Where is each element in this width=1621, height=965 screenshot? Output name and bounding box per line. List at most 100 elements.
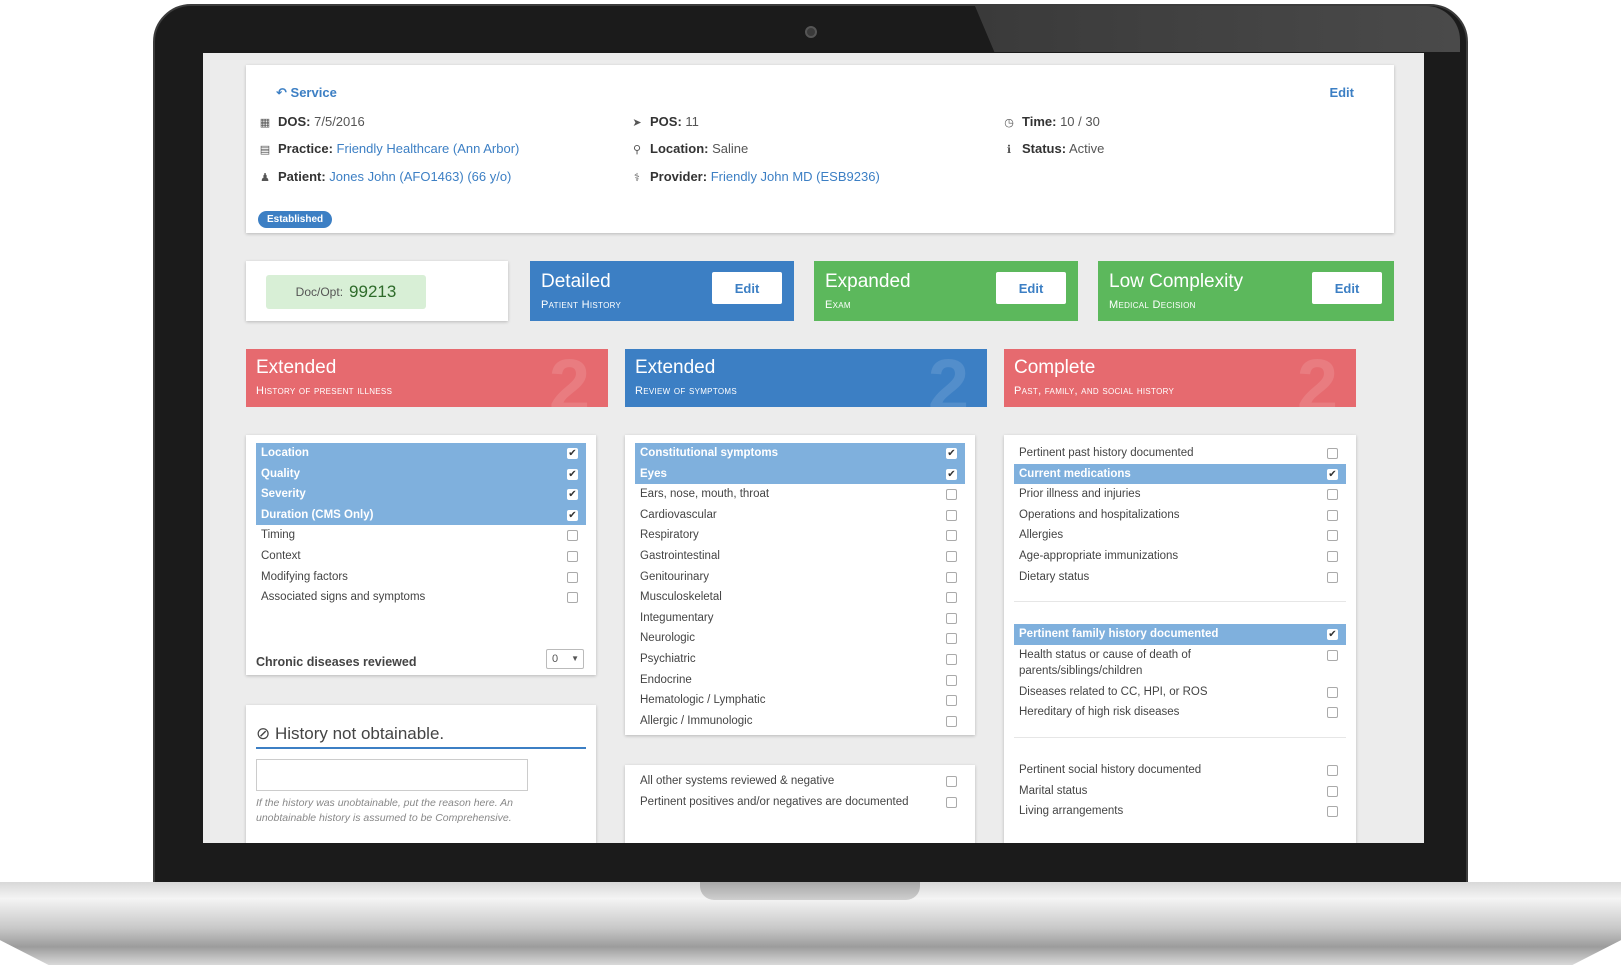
ros-item[interactable]: Psychiatric [635, 649, 965, 670]
practice-link[interactable]: Friendly Healthcare (Ann Arbor) [337, 141, 520, 156]
back-arrow-icon: ↶ [276, 85, 287, 100]
hpi-item[interactable]: Location ✔ [256, 443, 586, 464]
edit-exam-button[interactable]: Edit [996, 272, 1066, 304]
ros-item[interactable]: Gastrointestinal [635, 546, 965, 567]
checkbox-checked[interactable]: ✔ [567, 468, 578, 480]
edit-medical-decision-button[interactable]: Edit [1312, 272, 1382, 304]
ros-item-label: Eyes [640, 467, 667, 480]
checkbox-checked[interactable]: ✔ [567, 448, 578, 459]
checkbox[interactable] [1327, 448, 1338, 459]
family-history-item[interactable]: Health status or cause of death of paren… [1014, 645, 1346, 682]
summary-level: Expanded [825, 271, 911, 292]
checkbox[interactable] [1327, 764, 1338, 776]
history-not-obtainable-title[interactable]: ⊘ History not obtainable. [256, 724, 444, 744]
hpi-item-label: Quality [261, 467, 300, 480]
checkbox[interactable] [1327, 649, 1338, 661]
history-reason-input[interactable] [256, 759, 528, 791]
checkbox[interactable] [946, 489, 957, 501]
checkbox-checked[interactable]: ✔ [1327, 468, 1338, 480]
hpi-item[interactable]: Quality ✔ [256, 463, 586, 485]
checkbox[interactable] [946, 612, 957, 624]
ros-extra-item[interactable]: All other systems reviewed & negative [635, 771, 965, 792]
checkbox-checked[interactable]: ✔ [1327, 629, 1338, 641]
hpi-item[interactable]: Associated signs and symptoms [256, 587, 586, 608]
checkbox[interactable] [1327, 530, 1338, 542]
checkbox-checked[interactable]: ✔ [567, 489, 578, 501]
social-history-item[interactable]: Marital status [1014, 781, 1346, 802]
checkbox[interactable] [1327, 686, 1338, 698]
back-to-service-link[interactable]: ↶ Service [276, 85, 337, 101]
ros-item[interactable]: Genitourinary [635, 567, 965, 588]
checkbox[interactable] [567, 530, 578, 542]
checkbox[interactable] [946, 592, 957, 604]
ros-item[interactable]: Cardiovascular [635, 505, 965, 526]
checkbox[interactable] [946, 796, 957, 808]
ros-item[interactable]: Respiratory [635, 525, 965, 546]
checkbox[interactable] [1327, 571, 1338, 583]
checkbox[interactable] [946, 530, 957, 542]
checkbox[interactable] [567, 550, 578, 562]
edit-service-link[interactable]: Edit [1329, 85, 1354, 100]
checkbox-checked[interactable]: ✔ [946, 448, 957, 459]
hpi-item[interactable]: Timing [256, 525, 586, 546]
chronic-diseases-select[interactable]: 0 ▼ [546, 649, 584, 669]
past-history-item[interactable]: Prior illness and injuries [1014, 484, 1346, 505]
ros-item-label: Constitutional symptoms [640, 447, 779, 459]
checkbox[interactable] [1327, 509, 1338, 521]
past-history-item[interactable]: Pertinent past history documented [1014, 443, 1346, 464]
checkbox[interactable] [946, 695, 957, 707]
lid-glare [975, 6, 1460, 52]
ros-item-label: Endocrine [640, 673, 692, 686]
checkbox[interactable] [1327, 785, 1338, 797]
practice-label: Practice: [278, 141, 333, 156]
history-not-obtainable-card: ⊘ History not obtainable. If the history… [246, 705, 596, 843]
hpi-item[interactable]: Duration (CMS Only) ✔ [256, 504, 586, 526]
past-history-item[interactable]: Allergies [1014, 525, 1346, 546]
ros-item[interactable]: Constitutional symptoms ✔ [635, 443, 965, 464]
patient-link[interactable]: Jones John (AFO1463) (66 y/o) [329, 169, 511, 184]
past-history-item[interactable]: Current medications ✔ [1014, 463, 1346, 485]
ros-item-label: Integumentary [640, 611, 714, 624]
checkbox-checked[interactable]: ✔ [946, 468, 957, 480]
checkbox[interactable] [567, 571, 578, 583]
past-history-item[interactable]: Dietary status [1014, 567, 1346, 588]
family-history-item-label: Hereditary of high risk diseases [1019, 706, 1180, 719]
hpi-item-label: Duration (CMS Only) [261, 508, 374, 521]
family-history-item[interactable]: Hereditary of high risk diseases [1014, 702, 1346, 723]
checkbox[interactable] [1327, 707, 1338, 719]
checkbox[interactable] [946, 633, 957, 645]
family-history-item[interactable]: Diseases related to CC, HPI, or ROS [1014, 682, 1346, 703]
ros-item[interactable]: Integumentary [635, 608, 965, 629]
family-history-item[interactable]: Pertinent family history documented ✔ [1014, 624, 1346, 645]
checkbox-checked[interactable]: ✔ [567, 509, 578, 521]
social-history-item[interactable]: Pertinent social history documented [1014, 760, 1346, 781]
ros-item[interactable]: Eyes ✔ [635, 463, 965, 485]
past-history-item[interactable]: Operations and hospitalizations [1014, 505, 1346, 526]
checkbox[interactable] [946, 674, 957, 686]
checkbox[interactable] [946, 509, 957, 521]
ros-item[interactable]: Ears, nose, mouth, throat [635, 484, 965, 505]
checkbox[interactable] [1327, 806, 1338, 818]
social-history-item[interactable]: Living arrangements [1014, 801, 1346, 822]
checkbox[interactable] [1327, 489, 1338, 501]
ros-item[interactable]: Musculoskeletal [635, 587, 965, 608]
ros-item[interactable]: Allergic / Immunologic [635, 711, 965, 732]
ros-item[interactable]: Hematologic / Lymphatic [635, 690, 965, 711]
checkbox[interactable] [946, 571, 957, 583]
category-level: Extended [256, 357, 337, 378]
checkbox[interactable] [946, 715, 957, 727]
checkbox[interactable] [1327, 550, 1338, 562]
past-history-item[interactable]: Age-appropriate immunizations [1014, 546, 1346, 567]
checkbox[interactable] [946, 776, 957, 787]
provider-link[interactable]: Friendly John MD (ESB9236) [711, 169, 880, 184]
checkbox[interactable] [946, 550, 957, 562]
hpi-item[interactable]: Modifying factors [256, 567, 586, 588]
ros-item[interactable]: Neurologic [635, 628, 965, 649]
edit-patient-history-button[interactable]: Edit [712, 272, 782, 304]
checkbox[interactable] [567, 592, 578, 604]
ros-extra-item[interactable]: Pertinent positives and/or negatives are… [635, 792, 965, 813]
hpi-item[interactable]: Severity ✔ [256, 484, 586, 505]
checkbox[interactable] [946, 653, 957, 665]
hpi-item[interactable]: Context [256, 546, 586, 567]
ros-item[interactable]: Endocrine [635, 670, 965, 691]
